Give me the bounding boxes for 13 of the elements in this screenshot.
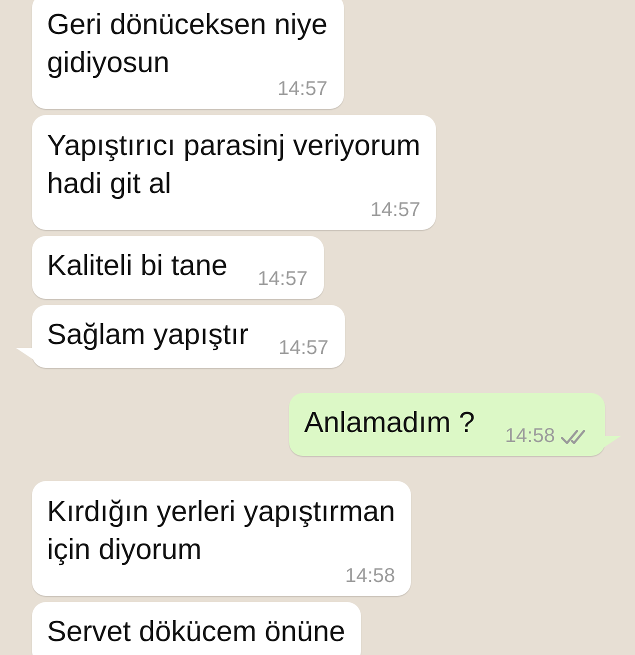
message-text: Kaliteli bi tane [47, 249, 228, 284]
message-time: 14:58 [345, 565, 396, 588]
message-time: 14:57 [258, 268, 308, 291]
message-text: Geri dönüceksen niye gidiyosun [47, 8, 328, 81]
message-time: 14:57 [277, 78, 328, 101]
message-text: Servet dökücem önüne [47, 615, 346, 650]
message-text: Sağlam yapıştır [47, 318, 248, 353]
message-time: 14:58 [504, 425, 555, 448]
message-text: Kırdığın yerleri yapıştırman için diyorum [47, 495, 396, 568]
message-time: 14:57 [278, 337, 329, 360]
message-text: Yapıştırıcı parasinj veriyorum hadi git al [47, 129, 420, 202]
message-time: 14:57 [370, 199, 420, 222]
message-text: Anlamadım ? [304, 406, 475, 441]
